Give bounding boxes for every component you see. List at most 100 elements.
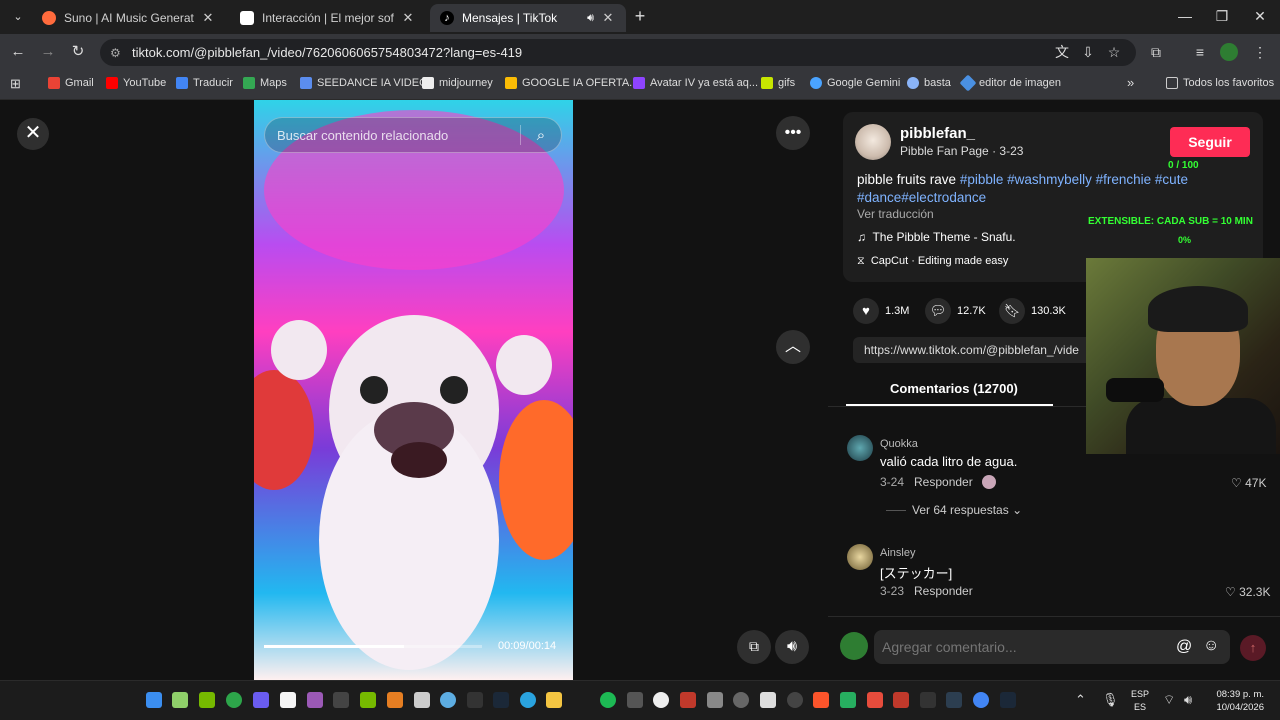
bookmark-gifs[interactable]: gifs	[761, 77, 795, 89]
app-icon[interactable]	[787, 692, 803, 708]
maximize-button[interactable]: ❐	[1207, 8, 1237, 25]
chevron-up-icon[interactable]: ⌃	[1075, 692, 1086, 708]
follow-button[interactable]: Seguir	[1170, 127, 1250, 157]
commenter-name[interactable]: Quokka	[880, 438, 918, 450]
nvidia-app-icon[interactable]	[360, 692, 376, 708]
bookmark-gemini[interactable]: Google Gemini	[810, 77, 900, 89]
commenter-avatar[interactable]	[847, 435, 873, 461]
tab-suno[interactable]: Suno | AI Music Generator ✕	[32, 4, 226, 32]
camera-icon[interactable]	[707, 692, 723, 708]
back-icon[interactable]: ←	[8, 42, 28, 62]
bookmark-gmail[interactable]: Gmail	[48, 77, 94, 89]
comment-like[interactable]: ♡ 47K	[1231, 476, 1266, 490]
minimize-button[interactable]: —	[1170, 8, 1200, 24]
commenter-name[interactable]: Ainsley	[880, 547, 915, 559]
media-control-icon[interactable]: ≡	[1190, 42, 1210, 62]
profile-avatar-icon[interactable]	[1220, 43, 1238, 61]
like-button[interactable]: ♥ 1.3M	[853, 298, 909, 324]
site-info-icon[interactable]: ⚙	[110, 46, 126, 60]
video-progress-bar[interactable]	[264, 645, 482, 648]
spotify-icon[interactable]	[600, 692, 616, 708]
all-favorites-folder[interactable]: Todos los favoritos	[1166, 77, 1274, 89]
app-icon[interactable]	[172, 692, 188, 708]
tab-close-icon[interactable]: ✕	[400, 10, 416, 26]
creator-avatar[interactable]	[855, 124, 891, 160]
close-video-button[interactable]: ✕	[17, 118, 49, 150]
microphone-icon[interactable]: 🎙︎	[1102, 692, 1119, 708]
comment-button[interactable]: 💬︎ 12.7K	[925, 298, 986, 324]
bookmark-google-ia[interactable]: GOOGLE IA OFERTA...	[505, 77, 638, 89]
post-comment-button[interactable]: ↑	[1240, 635, 1266, 661]
language-indicator[interactable]: ESP ES	[1131, 688, 1149, 714]
store-icon[interactable]	[280, 692, 296, 708]
start-icon[interactable]	[146, 692, 162, 708]
bookmark-midjourney[interactable]: midjourney	[422, 77, 493, 89]
settings-icon[interactable]	[440, 692, 456, 708]
reply-button[interactable]: Responder	[914, 475, 973, 489]
window-close-button[interactable]: ✕	[1245, 8, 1275, 25]
app-icon[interactable]	[867, 692, 883, 708]
bookmark-editor[interactable]: editor de imagen	[959, 74, 1061, 92]
app-icon[interactable]	[653, 692, 669, 708]
bookmark-star-icon[interactable]: ☆	[1104, 42, 1124, 62]
tab-search-icon[interactable]: ⌄	[8, 7, 28, 27]
view-replies-button[interactable]: Ver 64 respuestas ⌄	[912, 503, 1022, 517]
wifi-icon[interactable]: ⌔	[1163, 692, 1175, 708]
music-link[interactable]: ♫ The Pibble Theme - Snafu.	[857, 230, 1016, 244]
chrome-icon[interactable]	[973, 692, 989, 708]
share-icon[interactable]	[627, 692, 643, 708]
forward-icon[interactable]: →	[38, 42, 58, 62]
app-icon[interactable]	[893, 692, 909, 708]
new-tab-button[interactable]: +	[630, 6, 650, 26]
bookmark-avatar-iv[interactable]: Avatar IV ya está aq...	[633, 77, 758, 89]
menu-kebab-icon[interactable]: ⋮	[1250, 42, 1270, 62]
translate-icon[interactable]: 文	[1052, 42, 1072, 62]
comment-like[interactable]: ♡ 32.3K	[1225, 585, 1270, 599]
play-icon[interactable]	[840, 692, 856, 708]
bookmark-basta[interactable]: basta	[907, 77, 951, 89]
install-app-icon[interactable]: ⇩	[1078, 42, 1098, 62]
copilot-icon[interactable]	[253, 692, 269, 708]
copy-link-field[interactable]: https://www.tiktok.com/@pibblefan_/vide	[853, 337, 1093, 363]
bookmark-traducir[interactable]: Traducir	[176, 77, 233, 89]
reload-icon[interactable]: ↻	[68, 42, 88, 62]
creator-username[interactable]: pibblefan_	[900, 125, 975, 142]
steam-icon[interactable]	[493, 692, 509, 708]
app-icon[interactable]	[387, 692, 403, 708]
capcut-link[interactable]: ⧖ CapCut · Editing made easy	[857, 255, 1008, 268]
video-player[interactable]: Buscar contenido relacionado ⌕ 00:09/00:…	[254, 100, 573, 680]
app-icon[interactable]	[946, 692, 962, 708]
mention-icon[interactable]: @	[1176, 638, 1192, 656]
hashtags[interactable]: #dance#electrodance	[857, 190, 986, 205]
extensions-icon[interactable]: ⧉	[1146, 42, 1166, 62]
more-bookmarks-icon[interactable]: »	[1127, 75, 1134, 90]
address-bar[interactable]: ⚙	[100, 39, 1136, 66]
commenter-avatar[interactable]	[847, 544, 873, 570]
more-options-icon[interactable]: •••	[776, 116, 810, 150]
hashtags[interactable]: #pibble #washmybelly #frenchie #cute	[960, 172, 1188, 187]
save-button[interactable]: 🔖︎ 130.3K	[999, 298, 1066, 324]
clock[interactable]: 08:39 p. m. 10/04/2026	[1208, 688, 1264, 714]
related-search-bar[interactable]: Buscar contenido relacionado ⌕	[264, 117, 562, 153]
volume-tray-icon[interactable]: 🔊︎	[1184, 692, 1192, 708]
chevron-up-icon[interactable]: ︿	[776, 330, 810, 364]
tab-comments[interactable]: Comentarios (12700)	[890, 381, 1018, 396]
bookmark-maps[interactable]: Maps	[243, 77, 287, 89]
apps-grid-icon[interactable]: ⊞	[10, 76, 21, 92]
tab-tiktok[interactable]: ♪ Mensajes | TikTok 🔊︎ ✕	[430, 4, 626, 32]
search-icon[interactable]: ⌕	[521, 127, 561, 144]
tab-interaccion[interactable]: Interacción | El mejor software ✕	[230, 4, 426, 32]
app-icon[interactable]	[760, 692, 776, 708]
nvidia-icon[interactable]	[199, 692, 215, 708]
file-explorer-icon[interactable]	[546, 692, 562, 708]
tab-close-icon[interactable]: ✕	[200, 10, 216, 26]
xbox-icon[interactable]	[226, 692, 242, 708]
steam-icon[interactable]	[1000, 692, 1016, 708]
app-icon[interactable]	[307, 692, 323, 708]
capcut-taskbar-icon[interactable]	[333, 692, 349, 708]
app-icon[interactable]	[680, 692, 696, 708]
volume-icon[interactable]: 🔊︎	[775, 630, 809, 664]
bookmark-seedance[interactable]: SEEDANCE IA VIDEO	[300, 77, 428, 89]
reply-button[interactable]: Responder	[914, 584, 973, 598]
app-icon[interactable]	[467, 692, 483, 708]
